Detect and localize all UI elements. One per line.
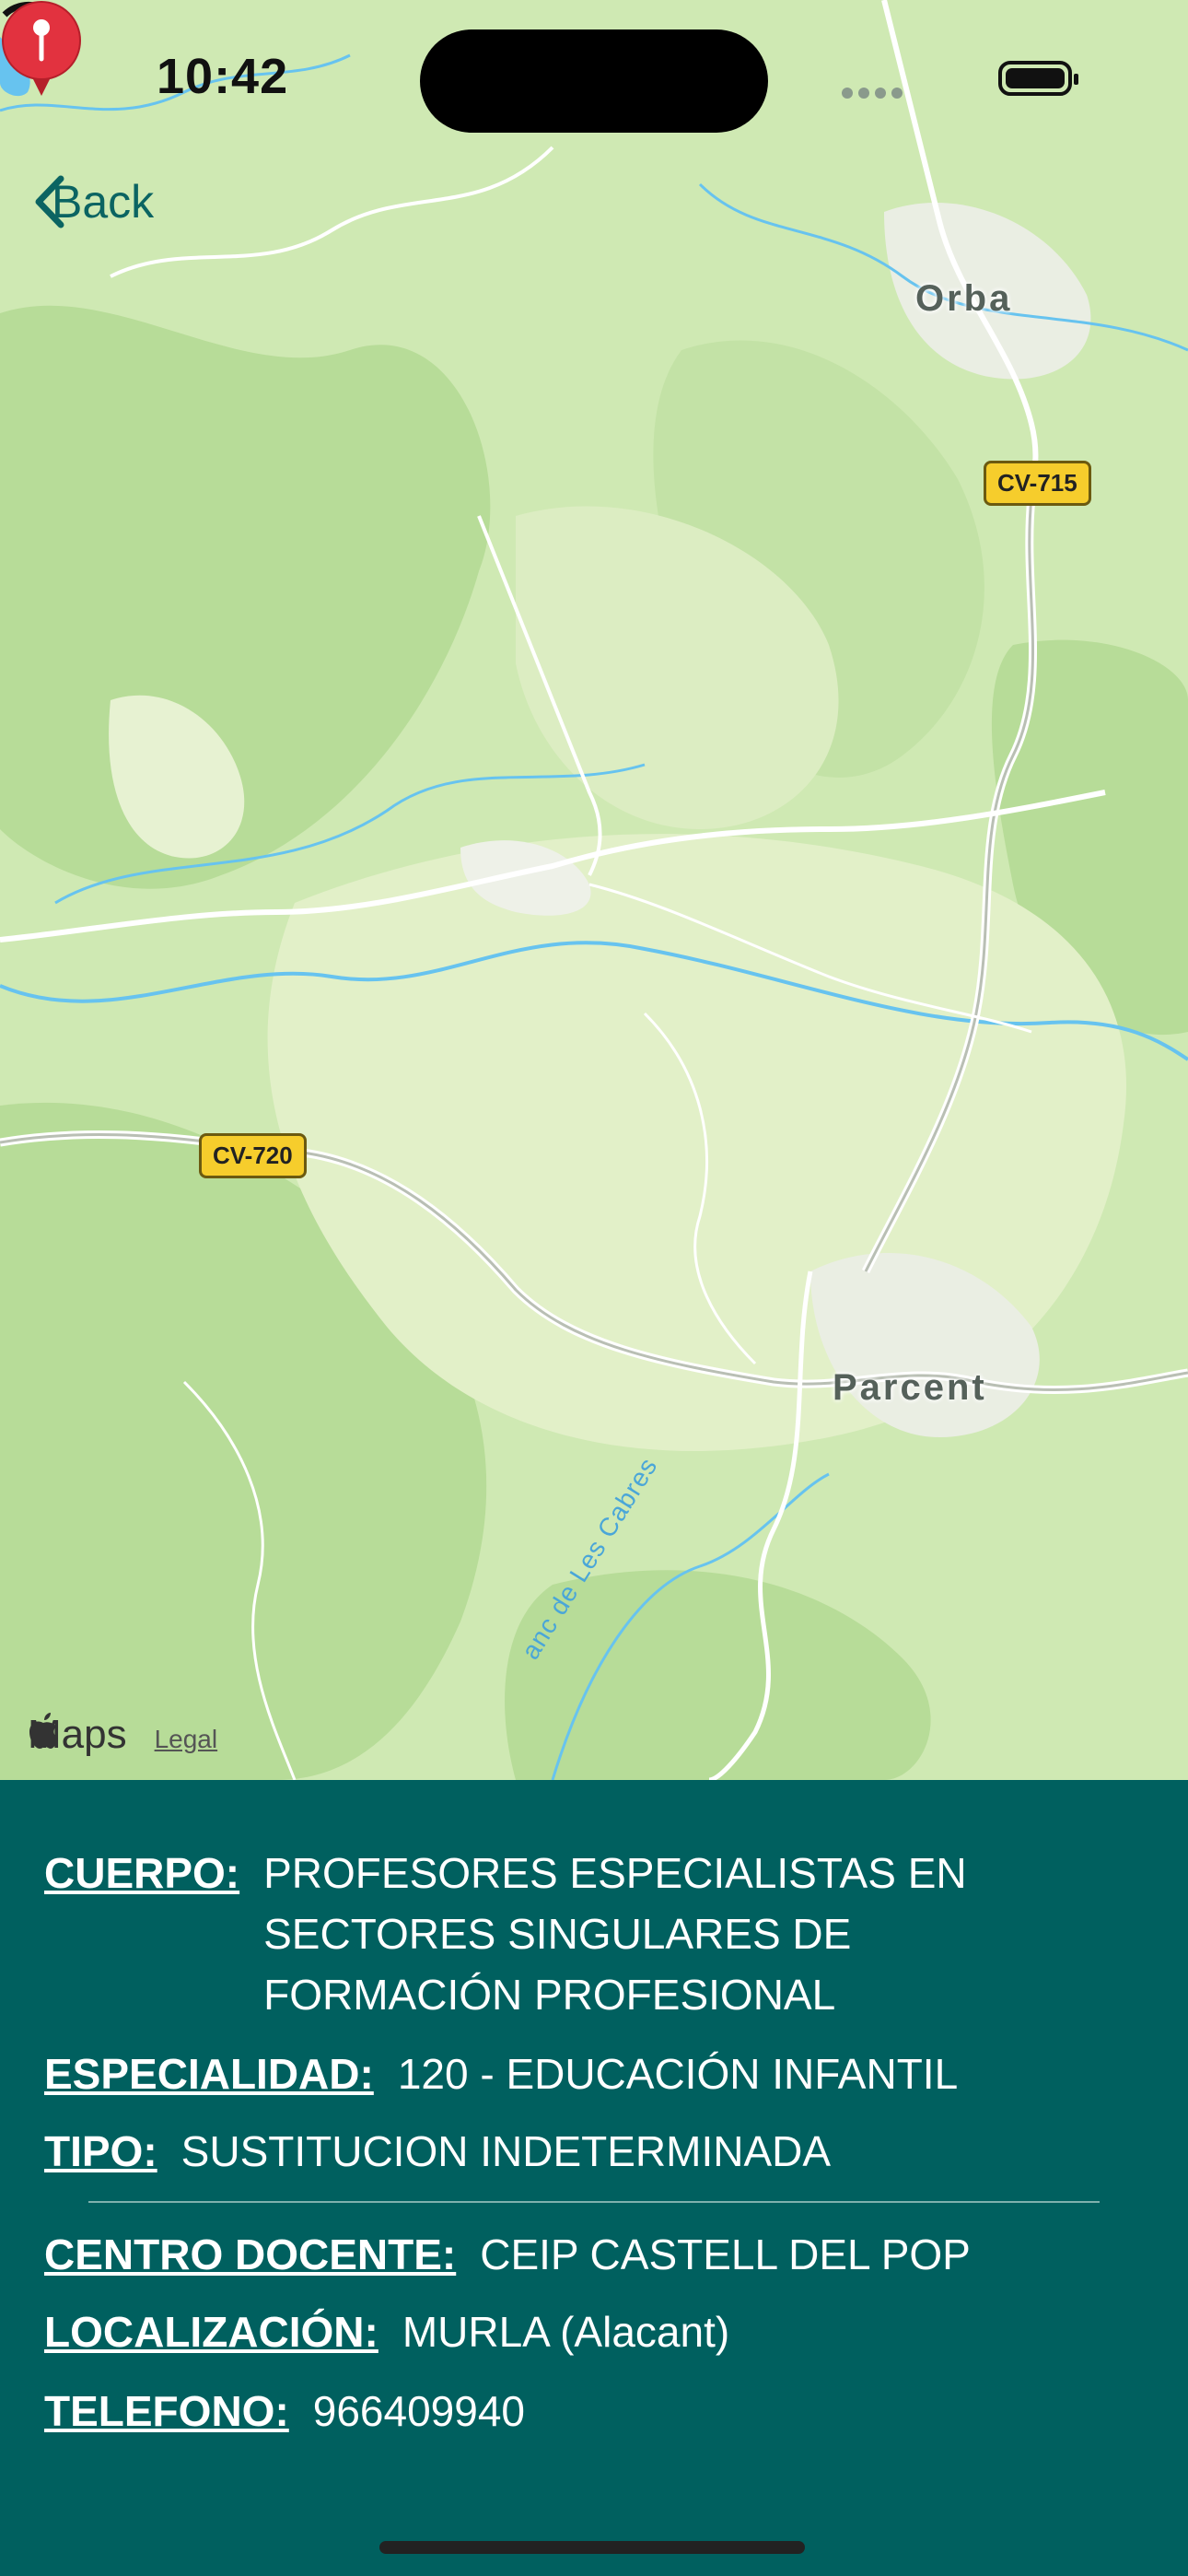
back-label: Back bbox=[52, 176, 155, 228]
battery-icon bbox=[998, 61, 1078, 96]
map-pin-icon[interactable] bbox=[0, 0, 83, 98]
back-button[interactable]: Back bbox=[33, 175, 154, 228]
centro-value: CEIP CASTELL DEL POP bbox=[480, 2231, 971, 2278]
cellular-signal-icon bbox=[842, 87, 908, 103]
localizacion-value: MURLA (Alacant) bbox=[402, 2308, 730, 2356]
map-terrain bbox=[0, 0, 1188, 1780]
cuerpo-label: CUERPO: bbox=[44, 1849, 240, 1897]
tipo-value: SUSTITUCION INDETERMINADA bbox=[181, 2127, 832, 2175]
place-label-parcent: Parcent bbox=[833, 1367, 987, 1408]
chevron-left-icon bbox=[35, 175, 64, 228]
telefono-label: TELEFONO: bbox=[44, 2387, 289, 2435]
dynamic-island bbox=[420, 29, 768, 133]
legal-link[interactable]: Legal bbox=[155, 1725, 218, 1754]
row-especialidad: ESPECIALIDAD: 120 - EDUCACIÓN INFANTIL bbox=[44, 2043, 958, 2104]
tipo-label: TIPO: bbox=[44, 2127, 157, 2175]
row-localizacion: LOCALIZACIÓN: MURLA (Alacant) bbox=[44, 2301, 729, 2362]
map-attribution: Maps Legal bbox=[28, 1712, 217, 1758]
localizacion-label: LOCALIZACIÓN: bbox=[44, 2308, 379, 2356]
centro-label: CENTRO DOCENTE: bbox=[44, 2231, 457, 2278]
telefono-value[interactable]: 966409940 bbox=[313, 2381, 525, 2441]
especialidad-value: 120 - EDUCACIÓN INFANTIL bbox=[397, 2050, 959, 2098]
home-indicator[interactable] bbox=[379, 2541, 805, 2554]
info-panel: CUERPO: PROFESORES ESPECIALISTAS EN SECT… bbox=[0, 1780, 1188, 2576]
divider bbox=[88, 2201, 1100, 2203]
row-telefono: TELEFONO: 966409940 bbox=[44, 2381, 525, 2441]
map-view[interactable]: 10:42 Back Orba Parcent CV-715 CV-720 an… bbox=[0, 0, 1188, 1780]
cuerpo-value: PROFESORES ESPECIALISTAS EN SECTORES SIN… bbox=[263, 1849, 967, 2019]
row-centro: CENTRO DOCENTE: CEIP CASTELL DEL POP bbox=[44, 2224, 971, 2285]
apple-logo-icon bbox=[29, 1713, 58, 1749]
road-shield-cv715: CV-715 bbox=[984, 461, 1091, 506]
status-time: 10:42 bbox=[157, 49, 289, 104]
especialidad-label: ESPECIALIDAD: bbox=[44, 2050, 374, 2098]
road-shield-cv720: CV-720 bbox=[199, 1133, 307, 1178]
place-label-orba: Orba bbox=[915, 278, 1013, 319]
row-cuerpo: CUERPO: PROFESORES ESPECIALISTAS EN SECT… bbox=[44, 1843, 1000, 2025]
row-tipo: TIPO: SUSTITUCION INDETERMINADA bbox=[44, 2121, 831, 2182]
